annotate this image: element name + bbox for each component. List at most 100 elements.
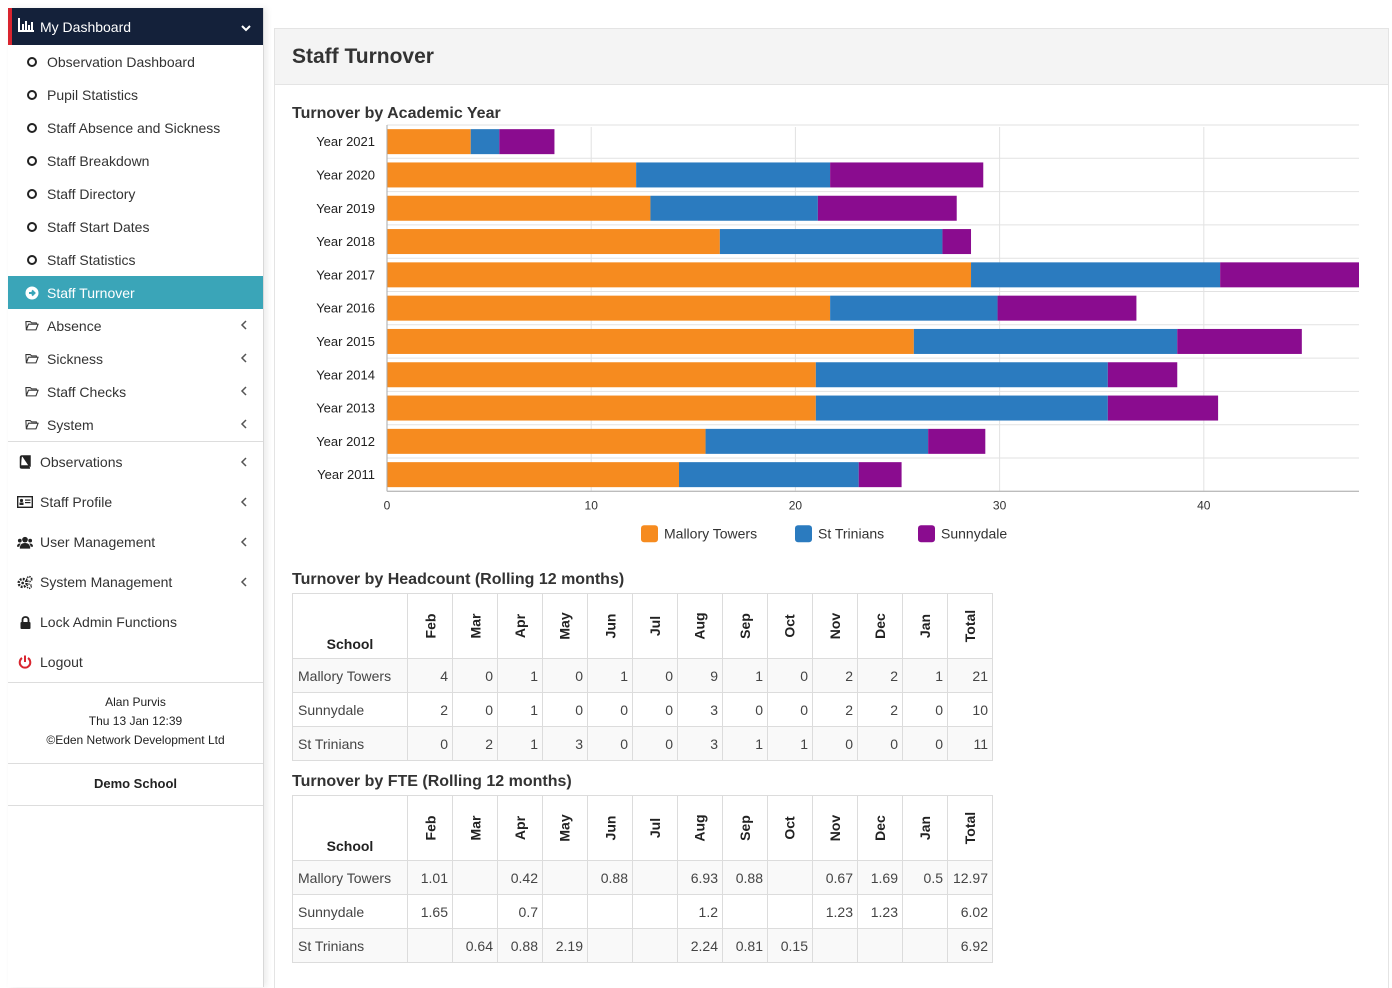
month-header: Oct <box>767 795 813 861</box>
value-cell: 0.67 <box>812 860 858 895</box>
month-header: Jul <box>632 593 678 659</box>
bar-st-trinians <box>636 162 831 188</box>
headcount-table: School Feb Mar Apr May Jun Jul Aug Sep Oct Nov Dec J… <box>292 593 993 761</box>
value-cell <box>407 928 453 963</box>
my-dashboard-header[interactable]: My Dashboard <box>8 8 263 45</box>
sidebar-item-lock-admin-functions[interactable]: Lock Admin Functions <box>8 602 263 642</box>
value-cell <box>542 860 588 895</box>
month-label: Oct <box>782 816 798 840</box>
sidebar-folder-staff-checks[interactable]: Staff Checks <box>8 375 263 408</box>
bar-mallory-towers <box>387 262 972 288</box>
total-cell: 21 <box>947 658 993 693</box>
value-cell: 1 <box>587 658 633 693</box>
value-cell: 1 <box>497 726 543 761</box>
value-cell: 3 <box>677 726 723 761</box>
bar-st-trinians <box>815 362 1108 388</box>
value-cell: 0 <box>632 692 678 727</box>
sidebar-item-logout[interactable]: Logout <box>8 642 263 682</box>
value-cell: 0 <box>722 692 768 727</box>
school-cell: Sunnydale <box>292 894 408 929</box>
sidebar-item-staff-start-dates[interactable]: Staff Start Dates <box>8 210 263 243</box>
month-label: May <box>556 612 573 640</box>
value-cell: 0 <box>857 726 903 761</box>
sidebar-item-label: Sickness <box>47 350 104 367</box>
value-cell: 0 <box>587 726 633 761</box>
value-cell: 0 <box>767 658 813 693</box>
month-header: Dec <box>857 593 903 659</box>
book-icon <box>17 455 33 469</box>
user-name: Alan Purvis <box>105 695 166 709</box>
bar-st-trinians <box>971 262 1221 288</box>
month-header: Dec <box>857 795 903 861</box>
month-header: Aug <box>677 593 723 659</box>
month-label: Apr <box>512 613 528 639</box>
month-header: Sep <box>722 593 768 659</box>
value-cell <box>452 860 498 895</box>
total-label: Total <box>962 811 978 845</box>
month-label: Aug <box>692 612 708 640</box>
value-cell: 2 <box>857 692 903 727</box>
month-label: Jul <box>646 817 663 839</box>
main-panel: Staff Turnover Turnover by Academic Year… <box>274 28 1389 988</box>
sidebar-item-label: Staff Profile <box>40 494 113 510</box>
value-cell: 1 <box>722 726 768 761</box>
chevron-left-icon <box>240 455 247 470</box>
sidebar-item-staff-turnover[interactable]: Staff Turnover <box>8 276 263 309</box>
sidebar-item-label: Staff Checks <box>47 383 127 400</box>
id-card-icon <box>17 496 33 508</box>
sidebar-item-staff-breakdown[interactable]: Staff Breakdown <box>8 144 263 177</box>
sidebar-item-user-management[interactable]: User Management <box>8 522 263 562</box>
sidebar-item-observation-dashboard[interactable]: Observation Dashboard <box>8 45 263 78</box>
circle-icon <box>25 221 39 232</box>
table-row: Sunnydale 2 0 1 0 0 0 3 0 0 2 2 0 10 <box>292 692 993 727</box>
value-cell: 1 <box>497 692 543 727</box>
sidebar-item-staff-directory[interactable]: Staff Directory <box>8 177 263 210</box>
main-menu: Observations Staff Profile User Management… <box>8 441 263 682</box>
value-cell <box>587 928 633 963</box>
bar-mallory-towers <box>387 428 706 454</box>
month-label: Jan <box>917 815 933 841</box>
value-cell <box>632 928 678 963</box>
sidebar-item-system-management[interactable]: System Management <box>8 562 263 602</box>
sidebar-item-label: Logout <box>40 654 83 670</box>
month-header: Jan <box>902 593 948 659</box>
value-cell: 1 <box>722 658 768 693</box>
y-category-label: Year 2013 <box>316 401 375 416</box>
month-header: Jan <box>902 795 948 861</box>
bar-chart-icon <box>18 18 34 35</box>
value-cell: 2 <box>857 658 903 693</box>
value-cell: 0 <box>902 692 948 727</box>
value-cell: 3 <box>542 726 588 761</box>
sidebar-item-observations[interactable]: Observations <box>8 442 263 482</box>
dashboard-submenu: Observation Dashboard Pupil Statistics Sta… <box>8 45 263 309</box>
bar-sunnydale <box>1220 262 1359 288</box>
y-category-label: Year 2021 <box>316 134 375 149</box>
chevron-left-icon <box>240 535 247 550</box>
y-category-label: Year 2012 <box>316 434 375 449</box>
month-header: Mar <box>452 795 498 861</box>
sidebar-folder-sickness[interactable]: Sickness <box>8 342 263 375</box>
turnover-chart: 0 10 20 30 40 Year 2021 Year 2020 Year 2019 Year… <box>316 124 1359 543</box>
sidebar-folder-absence[interactable]: Absence <box>8 309 263 342</box>
fte-title: Turnover by FTE (Rolling 12 months) <box>292 773 572 790</box>
sidebar-item-label: Staff Turnover <box>47 284 135 301</box>
sidebar-item-staff-profile[interactable]: Staff Profile <box>8 482 263 522</box>
bar-sunnydale <box>817 195 957 221</box>
value-cell: 0.64 <box>452 928 498 963</box>
sidebar-item-staff-absence-and-sickness[interactable]: Staff Absence and Sickness <box>8 111 263 144</box>
month-label: Mar <box>467 613 483 639</box>
month-label: Jun <box>601 815 618 841</box>
sidebar-item-staff-statistics[interactable]: Staff Statistics <box>8 243 263 276</box>
bar-st-trinians <box>470 129 500 155</box>
bar-sunnydale <box>1107 395 1219 421</box>
month-label: Jun <box>601 613 618 639</box>
bar-mallory-towers <box>387 395 816 421</box>
y-category-label: Year 2017 <box>316 267 375 282</box>
y-category-label: Year 2011 <box>317 467 375 482</box>
value-cell: 4 <box>407 658 453 693</box>
x-tick-label: 30 <box>993 498 1007 512</box>
bar-sunnydale <box>1107 362 1178 388</box>
sidebar-item-pupil-statistics[interactable]: Pupil Statistics <box>8 78 263 111</box>
sidebar-folder-system[interactable]: System <box>8 408 263 441</box>
folder-menu: Absence Sickness Staff Checks System <box>8 309 263 441</box>
